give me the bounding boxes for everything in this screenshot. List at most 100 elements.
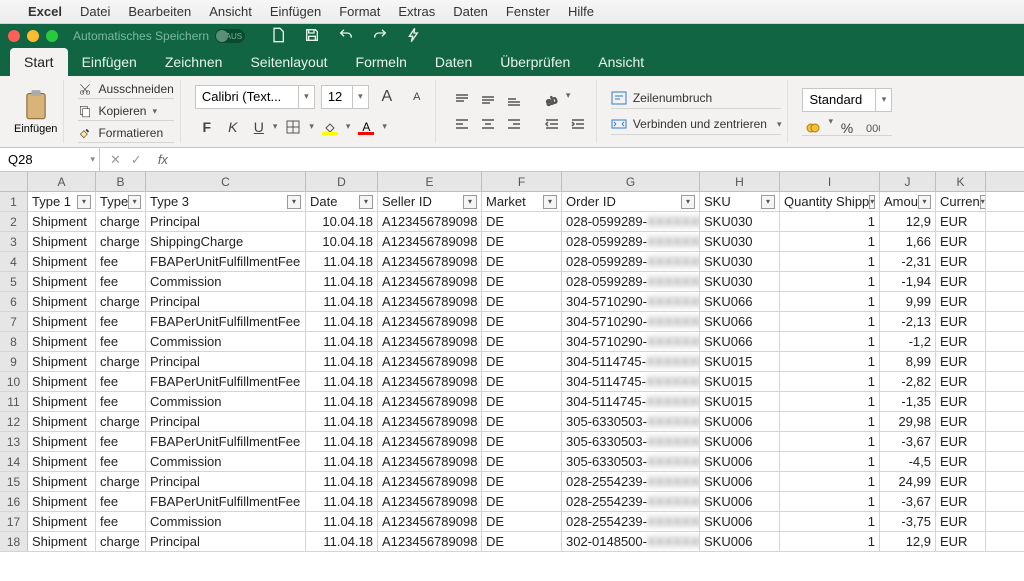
cell[interactable]: Shipment <box>28 532 96 551</box>
cell[interactable]: fee <box>96 432 146 451</box>
cell[interactable]: fee <box>96 272 146 291</box>
cell[interactable]: Principal <box>146 292 306 311</box>
row-header[interactable]: 13 <box>0 432 28 451</box>
col-header-K[interactable]: K <box>936 172 986 191</box>
cell[interactable]: ShippingCharge <box>146 232 306 251</box>
cell[interactable]: 302-0148500-XXXXXXX <box>562 532 700 551</box>
orientation-button[interactable]: ab <box>540 90 564 110</box>
italic-button[interactable]: K <box>221 115 245 139</box>
cut-button[interactable]: Ausschneiden <box>78 80 173 99</box>
filter-icon[interactable]: ▾ <box>287 195 301 209</box>
cell[interactable]: fee <box>96 392 146 411</box>
cell[interactable]: charge <box>96 232 146 251</box>
cell[interactable]: EUR <box>936 452 986 471</box>
cell[interactable]: 028-2554239-XXXXXXX <box>562 492 700 511</box>
cell[interactable]: -3,67 <box>880 492 936 511</box>
cell[interactable]: Shipment <box>28 252 96 271</box>
cell[interactable]: 1 <box>780 292 880 311</box>
cell[interactable]: SKU066 <box>700 292 780 311</box>
cell[interactable]: 1 <box>780 492 880 511</box>
cell[interactable]: -2,13 <box>880 312 936 331</box>
col-header-E[interactable]: E <box>378 172 482 191</box>
cell[interactable]: SKU015 <box>700 372 780 391</box>
cell[interactable]: DE <box>482 252 562 271</box>
cell[interactable]: 028-2554239-XXXXXXX <box>562 472 700 491</box>
cell[interactable]: 11.04.18 <box>306 352 378 371</box>
cell[interactable]: 1 <box>780 412 880 431</box>
tab-daten[interactable]: Daten <box>421 48 486 76</box>
align-bottom-button[interactable] <box>502 90 526 110</box>
confirm-formula-icon[interactable]: ✓ <box>131 152 142 168</box>
row-header[interactable]: 17 <box>0 512 28 531</box>
cell[interactable]: EUR <box>936 432 986 451</box>
cell[interactable]: FBAPerUnitFulfillmentFee <box>146 432 306 451</box>
menu-bearbeiten[interactable]: Bearbeiten <box>128 4 191 19</box>
cell[interactable]: 1 <box>780 272 880 291</box>
cancel-formula-icon[interactable]: ✕ <box>110 152 121 168</box>
menu-ansicht[interactable]: Ansicht <box>209 4 252 19</box>
menu-app[interactable]: Excel <box>28 4 62 19</box>
row-header[interactable]: 12 <box>0 412 28 431</box>
number-format-combo[interactable]: Standard▾ <box>802 88 892 112</box>
cell[interactable]: 11.04.18 <box>306 412 378 431</box>
filter-icon[interactable]: ▾ <box>681 195 695 209</box>
fill-color-button[interactable] <box>316 116 344 138</box>
header-cell[interactable]: Order ID▾ <box>562 192 700 211</box>
cell[interactable]: A123456789098 <box>378 412 482 431</box>
cell[interactable]: Commission <box>146 512 306 531</box>
cell[interactable]: 9,99 <box>880 292 936 311</box>
cell[interactable]: EUR <box>936 292 986 311</box>
percent-button[interactable]: % <box>835 116 859 140</box>
row-header[interactable]: 18 <box>0 532 28 551</box>
cell[interactable]: 11.04.18 <box>306 512 378 531</box>
row-header[interactable]: 14 <box>0 452 28 471</box>
cell[interactable]: 028-2554239-XXXXXXX <box>562 512 700 531</box>
cell[interactable]: EUR <box>936 492 986 511</box>
cell[interactable]: Commission <box>146 332 306 351</box>
cell[interactable]: charge <box>96 292 146 311</box>
underline-button[interactable]: U <box>247 115 271 139</box>
copy-button[interactable]: Kopieren▾ <box>78 102 173 121</box>
cell[interactable]: A123456789098 <box>378 392 482 411</box>
close-window-button[interactable] <box>8 30 20 42</box>
cell[interactable]: SKU030 <box>700 252 780 271</box>
cell[interactable]: DE <box>482 432 562 451</box>
cell[interactable]: 028-0599289-XXXXXXX <box>562 272 700 291</box>
header-cell[interactable]: Type▾ <box>96 192 146 211</box>
cell[interactable]: Shipment <box>28 212 96 231</box>
filter-icon[interactable]: ▾ <box>359 195 373 209</box>
tab-formeln[interactable]: Formeln <box>342 48 421 76</box>
cell[interactable]: SKU006 <box>700 512 780 531</box>
cell[interactable]: 1 <box>780 512 880 531</box>
cell[interactable]: 11.04.18 <box>306 452 378 471</box>
cell[interactable]: Shipment <box>28 432 96 451</box>
cell[interactable]: 11.04.18 <box>306 372 378 391</box>
merge-center-button[interactable]: Verbinden und zentrieren▾ <box>611 115 782 135</box>
cell[interactable]: -3,67 <box>880 432 936 451</box>
cell[interactable]: 1,66 <box>880 232 936 251</box>
cell[interactable]: A123456789098 <box>378 312 482 331</box>
cell[interactable]: 1 <box>780 372 880 391</box>
cell[interactable]: EUR <box>936 212 986 231</box>
cell[interactable]: fee <box>96 452 146 471</box>
row-header[interactable]: 15 <box>0 472 28 491</box>
autosave-switch[interactable]: AUS <box>215 29 245 43</box>
zoom-window-button[interactable] <box>46 30 58 42</box>
cell[interactable]: 028-0599289-XXXXXXX <box>562 232 700 251</box>
cell[interactable]: DE <box>482 272 562 291</box>
cell[interactable]: SKU066 <box>700 332 780 351</box>
col-header-C[interactable]: C <box>146 172 306 191</box>
cell[interactable]: 11.04.18 <box>306 312 378 331</box>
cell[interactable]: A123456789098 <box>378 472 482 491</box>
cell[interactable]: EUR <box>936 332 986 351</box>
cell[interactable]: SKU066 <box>700 312 780 331</box>
row-header[interactable]: 11 <box>0 392 28 411</box>
header-cell[interactable]: Type 3▾ <box>146 192 306 211</box>
row-header[interactable]: 4 <box>0 252 28 271</box>
paste-button[interactable]: Einfügen <box>14 89 57 135</box>
lightning-icon[interactable] <box>406 27 422 46</box>
cell[interactable]: DE <box>482 472 562 491</box>
filter-icon[interactable]: ▾ <box>463 195 477 209</box>
new-file-icon[interactable] <box>270 27 286 46</box>
align-left-button[interactable] <box>450 114 474 134</box>
